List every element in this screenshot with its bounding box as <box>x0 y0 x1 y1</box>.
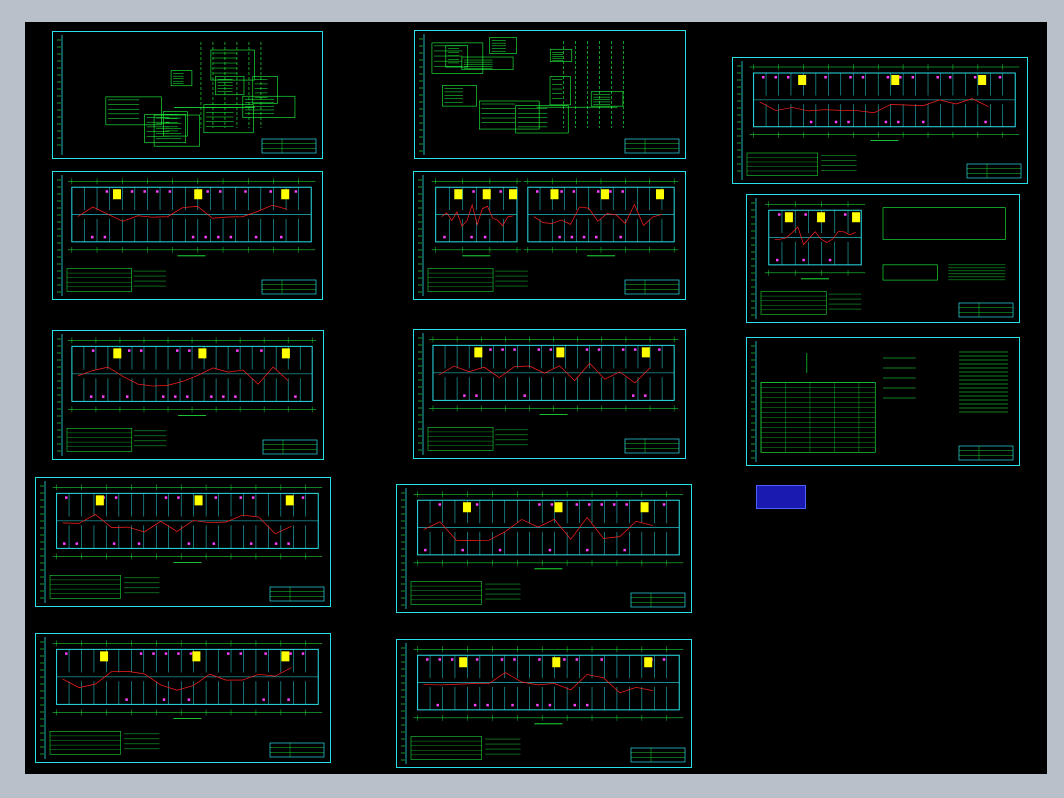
sheet-artwork <box>40 637 325 759</box>
drawing-sheet-9[interactable] <box>746 337 1020 466</box>
sheet-artwork <box>57 175 317 296</box>
drawing-sheet-6[interactable] <box>746 194 1020 323</box>
drawing-sheet-10[interactable] <box>35 477 331 607</box>
drawing-sheet-7[interactable] <box>52 330 324 460</box>
sheet-artwork <box>40 481 325 603</box>
drawing-sheet-2[interactable] <box>414 30 686 159</box>
sheet-artwork <box>401 488 686 609</box>
drawing-sheet-5[interactable] <box>413 171 686 300</box>
sheet-artwork <box>57 35 317 155</box>
drawing-sheet-8[interactable] <box>413 329 686 459</box>
sheet-artwork <box>419 34 680 155</box>
sheet-artwork <box>418 175 680 296</box>
drawing-stamp-label <box>756 485 806 509</box>
drawing-sheet-11[interactable] <box>396 484 692 613</box>
sheet-artwork <box>737 61 1022 180</box>
sheet-artwork <box>418 333 680 455</box>
drawing-sheet-4[interactable] <box>52 171 323 300</box>
drawing-sheet-12[interactable] <box>35 633 331 763</box>
drawing-sheet-13[interactable] <box>396 639 692 768</box>
sheet-artwork <box>57 334 318 456</box>
sheet-artwork <box>751 198 1014 319</box>
sheet-artwork <box>751 341 1014 462</box>
drawing-sheet-1[interactable] <box>52 31 323 159</box>
sheet-artwork <box>401 643 686 764</box>
drawing-sheet-3[interactable] <box>732 57 1028 184</box>
cad-drawing-canvas[interactable] <box>25 22 1047 774</box>
